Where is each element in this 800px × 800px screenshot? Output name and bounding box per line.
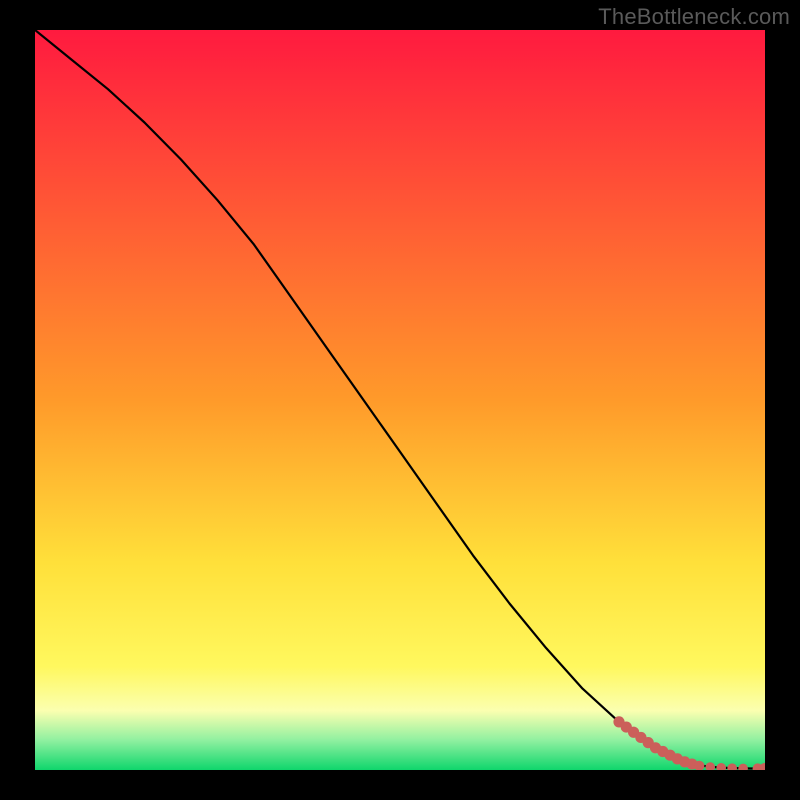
chart-frame: TheBottleneck.com: [0, 0, 800, 800]
plot-area: [35, 30, 765, 770]
watermark-text: TheBottleneck.com: [598, 4, 790, 30]
chart-svg: [35, 30, 765, 770]
gradient-background: [35, 30, 765, 770]
